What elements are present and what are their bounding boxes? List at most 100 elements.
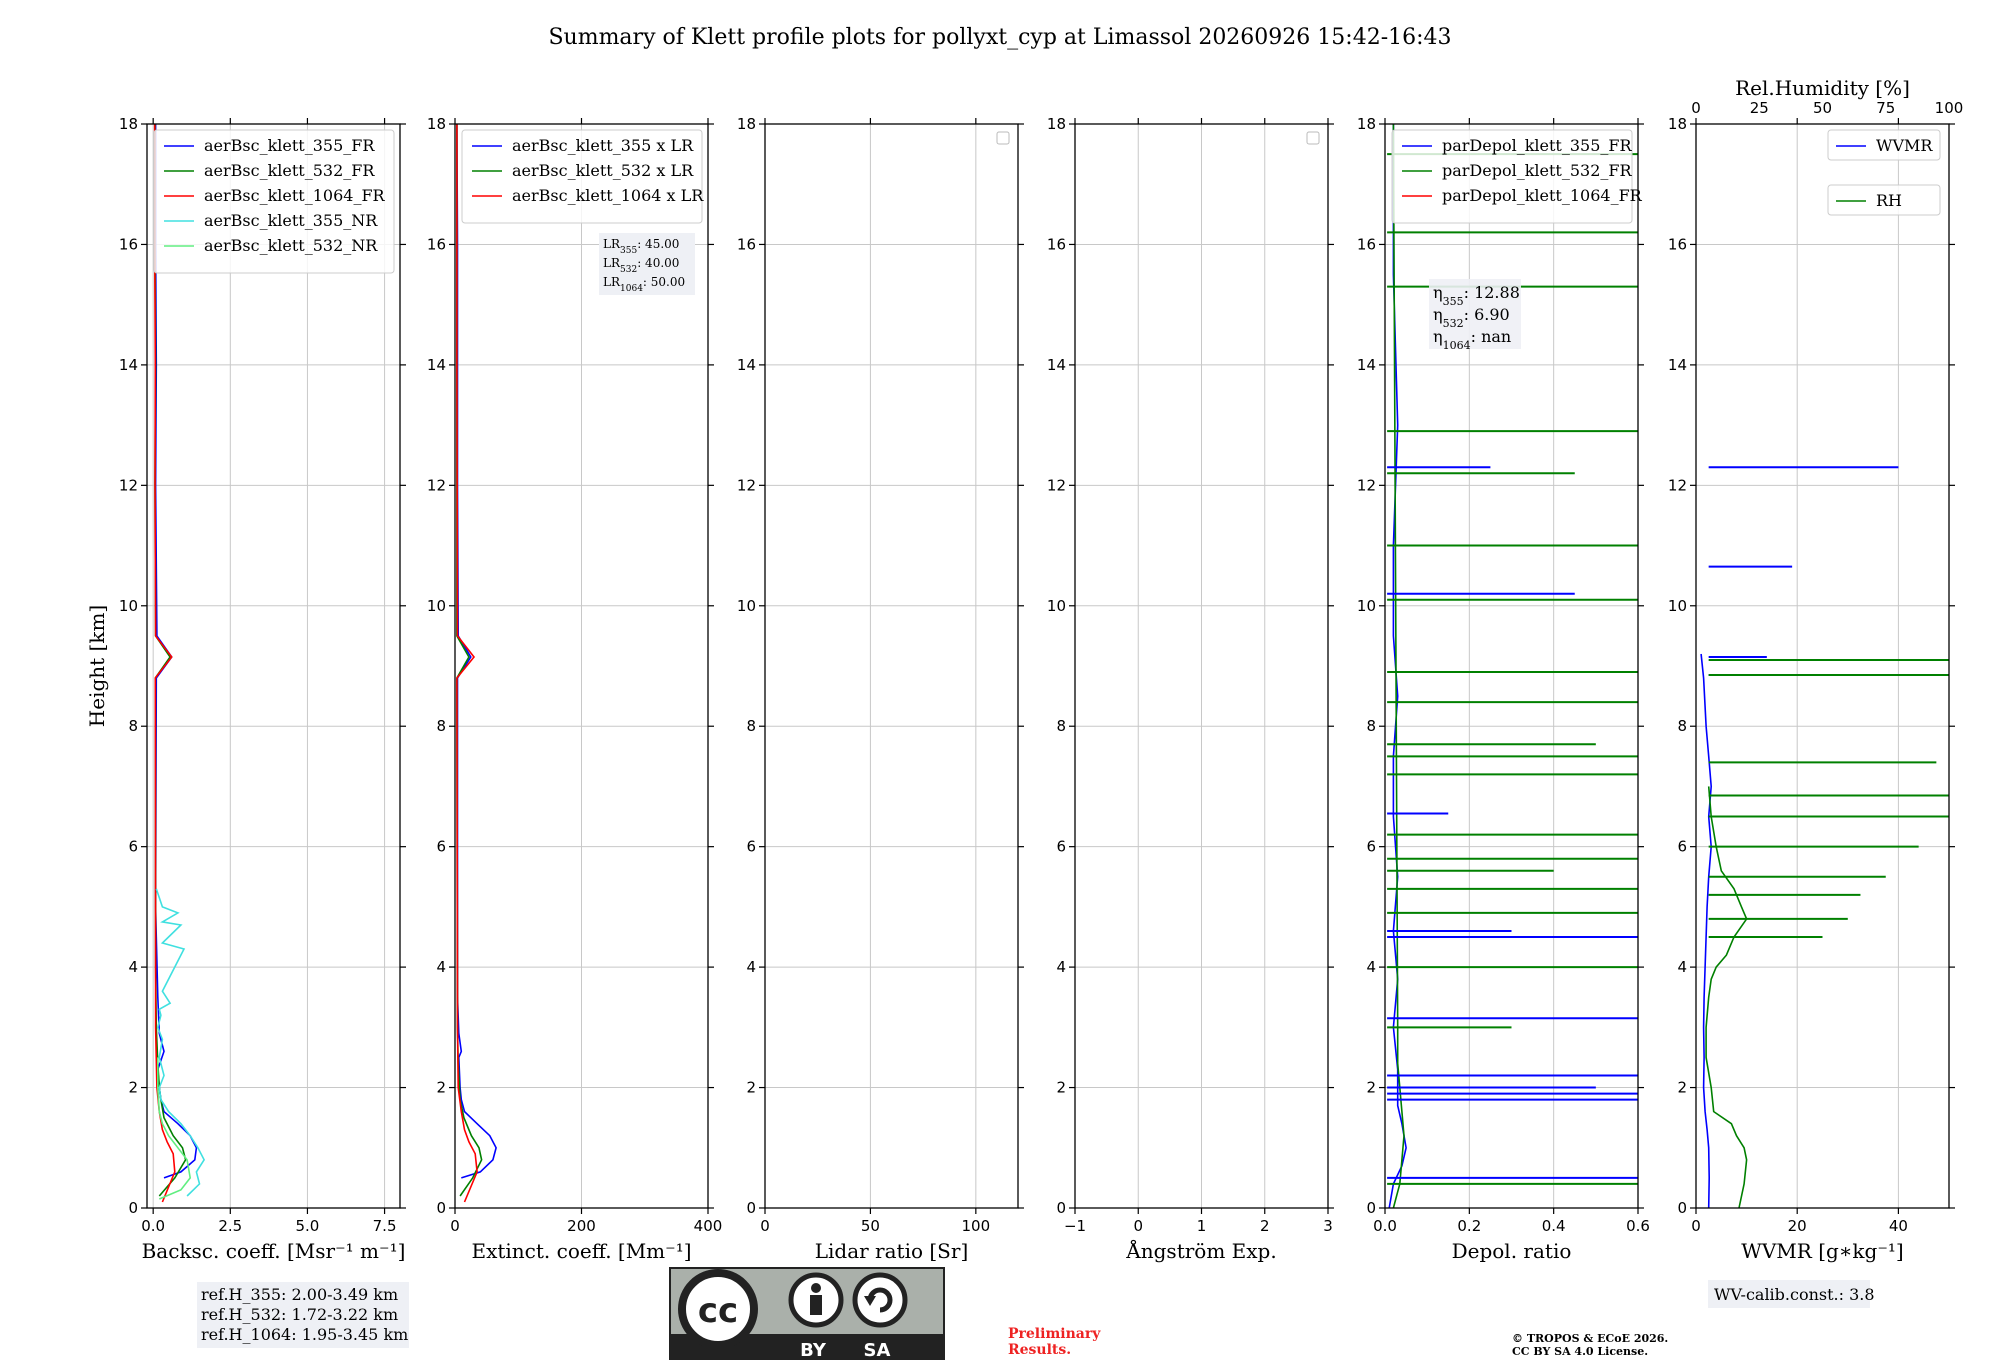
preliminary-label: Preliminary xyxy=(1008,1326,1101,1342)
y-tick-label: 16 xyxy=(119,235,138,253)
y-tick-label: 4 xyxy=(128,958,138,976)
y-tick-label: 10 xyxy=(737,597,756,615)
panel-6: 0246810121416180 20 40WVMR [g∗kg⁻¹]0 25 50 75… xyxy=(1668,76,1963,1308)
series-line-aerBsc_klett_1064_FR xyxy=(153,124,176,1203)
y-tick-label: 10 xyxy=(427,597,446,615)
y-tick-label: 14 xyxy=(737,356,756,374)
x-tick-label: 5.0 xyxy=(296,1217,320,1235)
x-tick-label: 20 xyxy=(1788,1217,1807,1235)
x2-tick-label: 0 xyxy=(1691,99,1701,117)
y-tick-label: 2 xyxy=(436,1079,446,1097)
y-tick-label: 0 xyxy=(746,1199,756,1217)
legend-label: parDepol_klett_532_FR xyxy=(1442,161,1633,180)
x-tick-label: 1 xyxy=(1197,1217,1207,1235)
series-line-aerBsc_klett_355_FR xyxy=(154,124,198,1179)
y-tick-label: 18 xyxy=(119,115,138,133)
y-tick-label: 0 xyxy=(128,1199,138,1217)
y-tick-label: 12 xyxy=(1668,476,1687,494)
x-axis-label: WVMR [g∗kg⁻¹] xyxy=(1741,1239,1903,1263)
cc-sa-label: SA xyxy=(864,1340,891,1360)
series-line-rh xyxy=(1705,786,1748,1208)
y-tick-label: 12 xyxy=(1047,476,1066,494)
legend-empty-box xyxy=(996,131,1010,145)
y-tick-label: 14 xyxy=(1668,356,1687,374)
series-line-aerBsc_klett_355 x LR xyxy=(456,124,497,1179)
y-tick-label: 0 xyxy=(1366,1199,1376,1217)
legend-label: WVMR xyxy=(1876,136,1933,155)
legend-label: parDepol_klett_355_FR xyxy=(1442,136,1633,155)
ref-height-text: ref.H_1064: 1.95-3.45 km xyxy=(201,1325,408,1344)
y-tick-label: 14 xyxy=(1357,356,1376,374)
legend-empty-box xyxy=(1306,131,1320,145)
copyright-line-2: CC BY SA 4.0 License. xyxy=(1512,1345,1648,1358)
y-tick-label: 16 xyxy=(427,235,446,253)
panel-frame xyxy=(764,123,1019,1209)
y-tick-label: 16 xyxy=(737,235,756,253)
legend-label: parDepol_klett_1064_FR xyxy=(1442,186,1643,205)
y-tick-label: 0 xyxy=(1677,1199,1687,1217)
y-tick-label: 0 xyxy=(1056,1199,1066,1217)
panel-frame xyxy=(146,123,401,1209)
y-tick-label: 6 xyxy=(128,838,138,856)
y-tick-label: 12 xyxy=(1357,476,1376,494)
y-tick-label: 18 xyxy=(737,115,756,133)
x2-tick-label: 100 xyxy=(1935,99,1964,117)
y-tick-label: 6 xyxy=(436,838,446,856)
y-tick-label: 2 xyxy=(1366,1079,1376,1097)
panel-4: 024681012141618−1 0 1 2 3Ångström Exp. xyxy=(1047,115,1334,1263)
y-tick-label: 14 xyxy=(119,356,138,374)
x-tick-label: 0.4 xyxy=(1542,1217,1566,1235)
cc-by-label: BY xyxy=(800,1340,827,1360)
x-tick-label: 2 xyxy=(1260,1217,1270,1235)
legend-label: aerBsc_klett_532_FR xyxy=(204,161,375,180)
y-tick-label: 4 xyxy=(1366,958,1376,976)
x-tick-label: 3 xyxy=(1323,1217,1333,1235)
legend-label: aerBsc_klett_355 x LR xyxy=(512,136,694,155)
legend-label: aerBsc_klett_1064_FR xyxy=(204,186,386,205)
x-tick-label: 0 xyxy=(1691,1217,1701,1235)
x-tick-label: 40 xyxy=(1889,1217,1908,1235)
x-axis-label: Ångström Exp. xyxy=(1125,1238,1276,1263)
series-group xyxy=(1700,466,1949,1208)
svg-text:cc: cc xyxy=(698,1291,738,1331)
y-tick-label: 10 xyxy=(119,597,138,615)
y-tick-label: 8 xyxy=(1056,717,1066,735)
y-tick-label: 18 xyxy=(1668,115,1687,133)
y-tick-label: 12 xyxy=(427,476,446,494)
y-tick-label: 6 xyxy=(1366,838,1376,856)
y-tick-label: 12 xyxy=(737,476,756,494)
legend-label: aerBsc_klett_1064 x LR xyxy=(512,186,704,205)
x-tick-label: 0.0 xyxy=(141,1217,165,1235)
x2-tick-label: 25 xyxy=(1750,99,1769,117)
x-tick-label: 0 xyxy=(1133,1217,1143,1235)
x-tick-label: 400 xyxy=(694,1217,723,1235)
x-tick-label: 0.0 xyxy=(1373,1217,1397,1235)
series-group xyxy=(153,124,206,1203)
ref-height-text: ref.H_355: 2.00-3.49 km xyxy=(201,1285,398,1304)
panel-frame xyxy=(1695,123,1950,1209)
y-axis-label: Height [km] xyxy=(85,605,109,727)
y-tick-label: 6 xyxy=(1056,838,1066,856)
legend-label: aerBsc_klett_355_NR xyxy=(204,211,378,230)
y-tick-label: 2 xyxy=(1677,1079,1687,1097)
y-tick-label: 8 xyxy=(1677,717,1687,735)
y-tick-label: 16 xyxy=(1047,235,1066,253)
x-axis-label: Backsc. coeff. [Msr⁻¹ m⁻¹] xyxy=(142,1239,406,1263)
y-tick-label: 4 xyxy=(746,958,756,976)
y-tick-label: 2 xyxy=(746,1079,756,1097)
preliminary-label-2: Results. xyxy=(1008,1342,1071,1358)
x-tick-label: 0 xyxy=(450,1217,460,1235)
y-tick-label: 14 xyxy=(1047,356,1066,374)
legend-label: RH xyxy=(1876,191,1902,210)
y-tick-label: 8 xyxy=(128,717,138,735)
share-alike-icon xyxy=(852,1272,908,1328)
y-tick-label: 4 xyxy=(436,958,446,976)
x-axis-label: Extinct. coeff. [Mm⁻¹] xyxy=(471,1239,691,1263)
x-tick-label: 0.6 xyxy=(1626,1217,1650,1235)
x-tick-label: 50 xyxy=(861,1217,880,1235)
legend-label: aerBsc_klett_355_FR xyxy=(204,136,375,155)
figure-title: Summary of Klett profile plots for polly… xyxy=(548,25,1451,50)
y-tick-label: 18 xyxy=(1357,115,1376,133)
y-tick-label: 14 xyxy=(427,356,446,374)
x-axis-label: Lidar ratio [Sr] xyxy=(815,1239,969,1263)
